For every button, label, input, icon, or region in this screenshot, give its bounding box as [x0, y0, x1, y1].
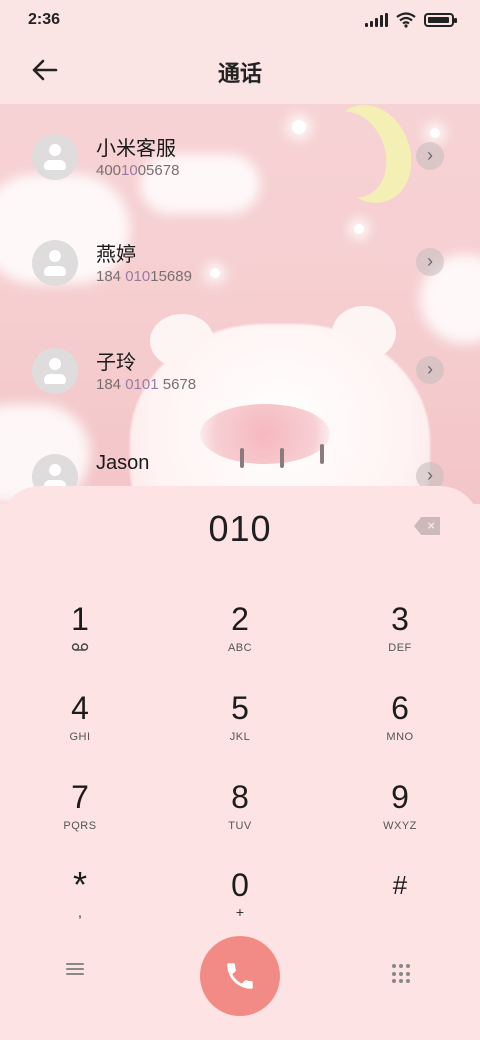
call-button[interactable] — [200, 936, 280, 1016]
key-hash[interactable]: # — [340, 860, 460, 940]
key-9[interactable]: 9 WXYZ — [340, 772, 460, 852]
battery-icon — [424, 13, 457, 27]
key-8[interactable]: 8 TUV — [180, 772, 300, 852]
status-bar: 2:36 — [0, 0, 480, 40]
contact-row[interactable]: 小米客服 4001005678 › — [0, 112, 480, 202]
contact-number: 184 01015689 — [96, 268, 192, 285]
wifi-icon — [396, 12, 416, 28]
header: 通话 — [0, 40, 480, 104]
key-star[interactable]: * , — [20, 860, 140, 940]
key-3[interactable]: 3 DEF — [340, 594, 460, 674]
chevron-right-icon[interactable]: › — [416, 356, 444, 384]
contact-number: 4001005678 — [96, 162, 180, 179]
chevron-right-icon[interactable]: › — [416, 142, 444, 170]
contact-name: 小米客服 — [96, 138, 176, 160]
dialer-panel: 010 × 1 2 ABC 3 DEF 4 GHI 5 JKL 6 MNO 7 … — [0, 486, 480, 1040]
signal-icon — [365, 13, 388, 27]
key-1[interactable]: 1 — [20, 594, 140, 674]
avatar-icon — [32, 134, 78, 180]
contact-name: 子玲 — [96, 352, 136, 374]
contact-number: 184 0101 5678 — [96, 376, 197, 393]
key-6[interactable]: 6 MNO — [340, 683, 460, 763]
chevron-right-icon[interactable]: › — [416, 248, 444, 276]
keypad-icon[interactable] — [392, 964, 410, 984]
contact-row[interactable]: 子玲 184 0101 5678 › — [0, 326, 480, 416]
key-2[interactable]: 2 ABC — [180, 594, 300, 674]
contact-name: Jason — [96, 452, 150, 474]
avatar-icon — [32, 348, 78, 394]
key-5[interactable]: 5 JKL — [180, 683, 300, 763]
dialed-number: 010 — [208, 508, 272, 549]
contact-row[interactable]: 燕婷 184 01015689 › — [0, 218, 480, 308]
status-time: 2:36 — [28, 11, 61, 28]
menu-icon[interactable] — [66, 960, 90, 980]
contact-name: 燕婷 — [96, 244, 136, 266]
page-title: 通话 — [217, 61, 262, 86]
voicemail-icon — [71, 643, 89, 651]
key-7[interactable]: 7 PQRS — [20, 772, 140, 852]
key-0[interactable]: 0 + — [180, 860, 300, 940]
avatar-icon — [32, 240, 78, 286]
phone-icon — [227, 963, 253, 989]
key-4[interactable]: 4 GHI — [20, 683, 140, 763]
